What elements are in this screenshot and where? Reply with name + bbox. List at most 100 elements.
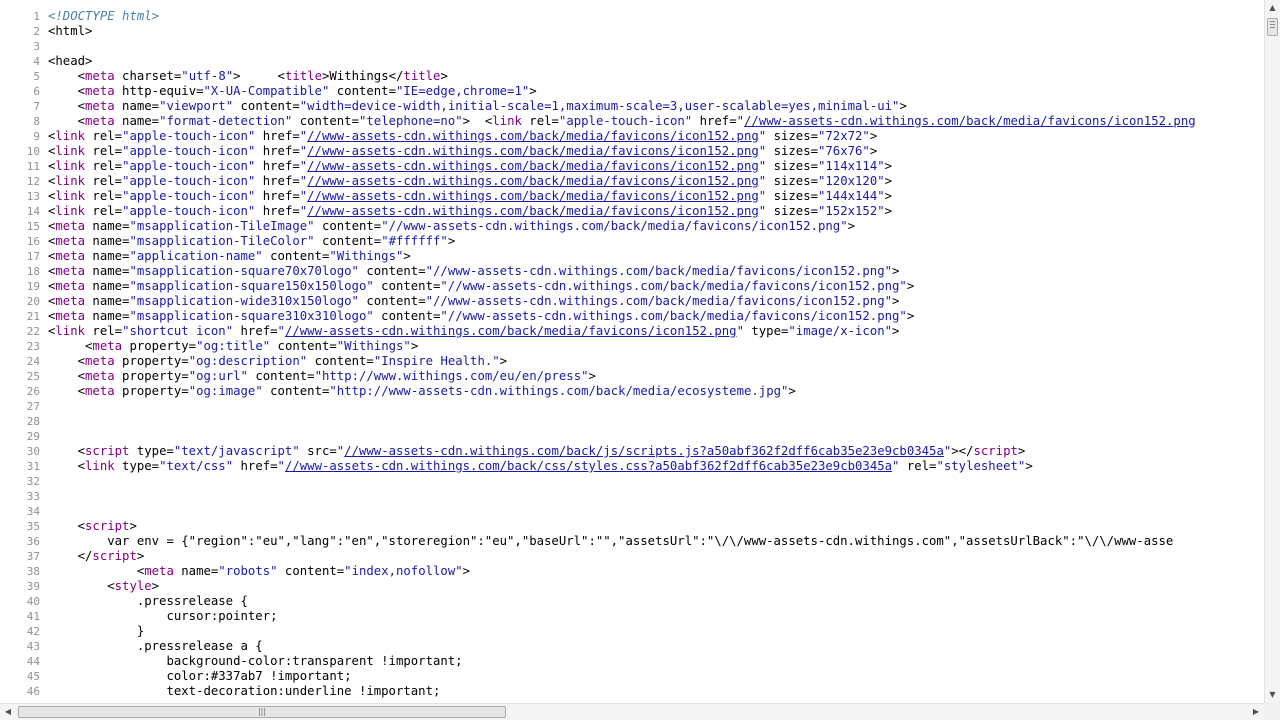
- source-link[interactable]: //www-assets-cdn.withings.com/back/media…: [307, 204, 759, 218]
- line-text: <link rel="apple-touch-icon" href="//www…: [48, 129, 877, 144]
- source-token: "msapplication-square310x310logo": [129, 309, 374, 323]
- source-token: http-equiv=: [114, 84, 204, 98]
- source-line: 44 background-color:transparent !importa…: [0, 654, 1264, 669]
- source-token: "Withings": [329, 249, 404, 263]
- source-token: >: [499, 354, 508, 368]
- source-token: style: [114, 579, 152, 593]
- line-number: 15: [26, 220, 40, 233]
- source-token: link: [55, 189, 86, 203]
- source-token: "og:description": [188, 354, 308, 368]
- source-token: name=: [85, 279, 130, 293]
- source-viewer[interactable]: 1 <!DOCTYPE html> 2 <html> 3 4 <head> 5 <meta c…: [0, 0, 1264, 703]
- vertical-scroll-thumb[interactable]: [1267, 18, 1278, 36]
- line-text: <script type="text/javascript" src="//ww…: [48, 444, 1026, 459]
- source-link[interactable]: //www-assets-cdn.withings.com/back/media…: [307, 144, 759, 158]
- line-text: <link rel="apple-touch-icon" href="//www…: [48, 144, 877, 159]
- scroll-down-arrow-icon[interactable]: ▼: [1266, 688, 1279, 702]
- source-token: name=: [114, 114, 160, 128]
- source-link[interactable]: //www-assets-cdn.withings.com/back/css/s…: [285, 459, 892, 473]
- source-link[interactable]: //www-assets-cdn.withings.com/back/media…: [307, 129, 759, 143]
- source-line: 32: [0, 474, 1264, 489]
- source-token: content=: [358, 294, 426, 308]
- source-token: link: [55, 204, 86, 218]
- source-token: ": [736, 324, 744, 338]
- line-number: 2: [33, 25, 40, 38]
- horizontal-scroll-thumb[interactable]: |||: [18, 706, 506, 718]
- source-token: >: [440, 69, 448, 83]
- line-text: <meta name="viewport" content="width=dev…: [48, 99, 907, 114]
- source-line: 6 <meta http-equiv="X-UA-Compatible" con…: [0, 84, 1264, 99]
- horizontal-scrollbar[interactable]: ◀ ||| ▶: [0, 703, 1264, 720]
- source-token: >: [884, 204, 893, 218]
- source-line: 19 <meta name="msapplication-square150x15…: [0, 279, 1264, 294]
- line-number: 22: [26, 325, 40, 338]
- source-token: meta: [55, 309, 86, 323]
- source-token: content=: [307, 354, 374, 368]
- line-number: 46: [26, 685, 40, 698]
- source-token: content=: [262, 249, 330, 263]
- source-link[interactable]: //www-assets-cdn.withings.com/back/media…: [307, 189, 759, 203]
- line-number: 39: [26, 580, 40, 593]
- line-number: 29: [26, 430, 40, 443]
- source-token: meta: [85, 84, 115, 98]
- source-link[interactable]: //www-assets-cdn.withings.com/back/media…: [307, 159, 759, 173]
- line-number: 44: [26, 655, 40, 668]
- source-line: 17 <meta name="application-name" content=…: [0, 249, 1264, 264]
- source-link[interactable]: //www-assets-cdn.withings.com/back/media…: [285, 324, 737, 338]
- source-token: "apple-touch-icon": [122, 174, 256, 188]
- source-token: "IE=edge,chrome=1": [396, 84, 530, 98]
- source-token: rel=: [85, 324, 123, 338]
- source-line: 21 <meta name="msapplication-square310x31…: [0, 309, 1264, 324]
- source-token: >: [869, 144, 878, 158]
- source-token: "msapplication-square70x70logo": [129, 264, 359, 278]
- line-number: 24: [26, 355, 40, 368]
- source-line: 9 <link rel="apple-touch-icon" href="//ww…: [0, 129, 1264, 144]
- scroll-left-arrow-icon[interactable]: ◀: [1, 705, 15, 719]
- source-token: meta: [85, 384, 115, 398]
- source-token: rel=: [85, 159, 123, 173]
- source-token: >: [151, 579, 160, 593]
- source-line: 27: [0, 399, 1264, 414]
- source-link[interactable]: //www-assets-cdn.withings.com/back/media…: [744, 114, 1196, 128]
- source-link[interactable]: //www-assets-cdn.withings.com/back/media…: [307, 174, 759, 188]
- source-token: >: [588, 369, 596, 383]
- source-token: "viewport": [159, 99, 234, 113]
- source-token: "http://www-assets-cdn.withings.com/back…: [329, 384, 789, 398]
- source-token: "apple-touch-icon": [122, 204, 256, 218]
- source-token: >: [447, 234, 456, 248]
- source-link[interactable]: //www-assets-cdn.withings.com/back/js/sc…: [344, 444, 944, 458]
- source-line: 29: [0, 429, 1264, 444]
- vertical-scrollbar[interactable]: ▲ ▼: [1264, 0, 1280, 703]
- line-number: 45: [26, 670, 40, 683]
- line-number: 3: [33, 40, 40, 53]
- source-token: rel=: [85, 204, 123, 218]
- source-token: "//www-assets-cdn.withings.com/back/medi…: [425, 294, 893, 308]
- source-line: 45 color:#337ab7 !important;: [0, 669, 1264, 684]
- source-token: "telephone=no": [358, 114, 463, 128]
- line-number: 37: [26, 550, 40, 563]
- source-line: 22 <link rel="shortcut icon" href="//www-…: [0, 324, 1264, 339]
- source-token: >: [136, 549, 145, 563]
- scroll-right-arrow-icon[interactable]: ▶: [1249, 705, 1263, 719]
- line-text: .pressrelease {: [48, 594, 248, 609]
- source-line: 1 <!DOCTYPE html>: [0, 9, 1264, 24]
- source-token: >: [1025, 459, 1033, 473]
- source-token: "Inspire Health.": [373, 354, 500, 368]
- source-line: 20 <meta name="msapplication-wide310x150l…: [0, 294, 1264, 309]
- scroll-up-arrow-icon[interactable]: ▲: [1266, 1, 1279, 15]
- source-line: 15 <meta name="msapplication-TileImage" c…: [0, 219, 1264, 234]
- line-number: 41: [26, 610, 40, 623]
- source-token: meta: [85, 99, 115, 113]
- source-token: href=: [255, 144, 300, 158]
- line-number: 25: [26, 370, 40, 383]
- source-token: link: [85, 459, 115, 473]
- source-token: content=: [233, 99, 300, 113]
- source-token: link: [492, 114, 522, 128]
- source-token: content=: [292, 114, 359, 128]
- line-text: <style>: [48, 579, 159, 594]
- line-text: <meta http-equiv="X-UA-Compatible" conte…: [48, 84, 537, 99]
- source-token: rel=: [85, 144, 123, 158]
- source-token: meta: [85, 369, 115, 383]
- source-token: > <: [462, 114, 493, 128]
- source-token: <: [48, 354, 86, 368]
